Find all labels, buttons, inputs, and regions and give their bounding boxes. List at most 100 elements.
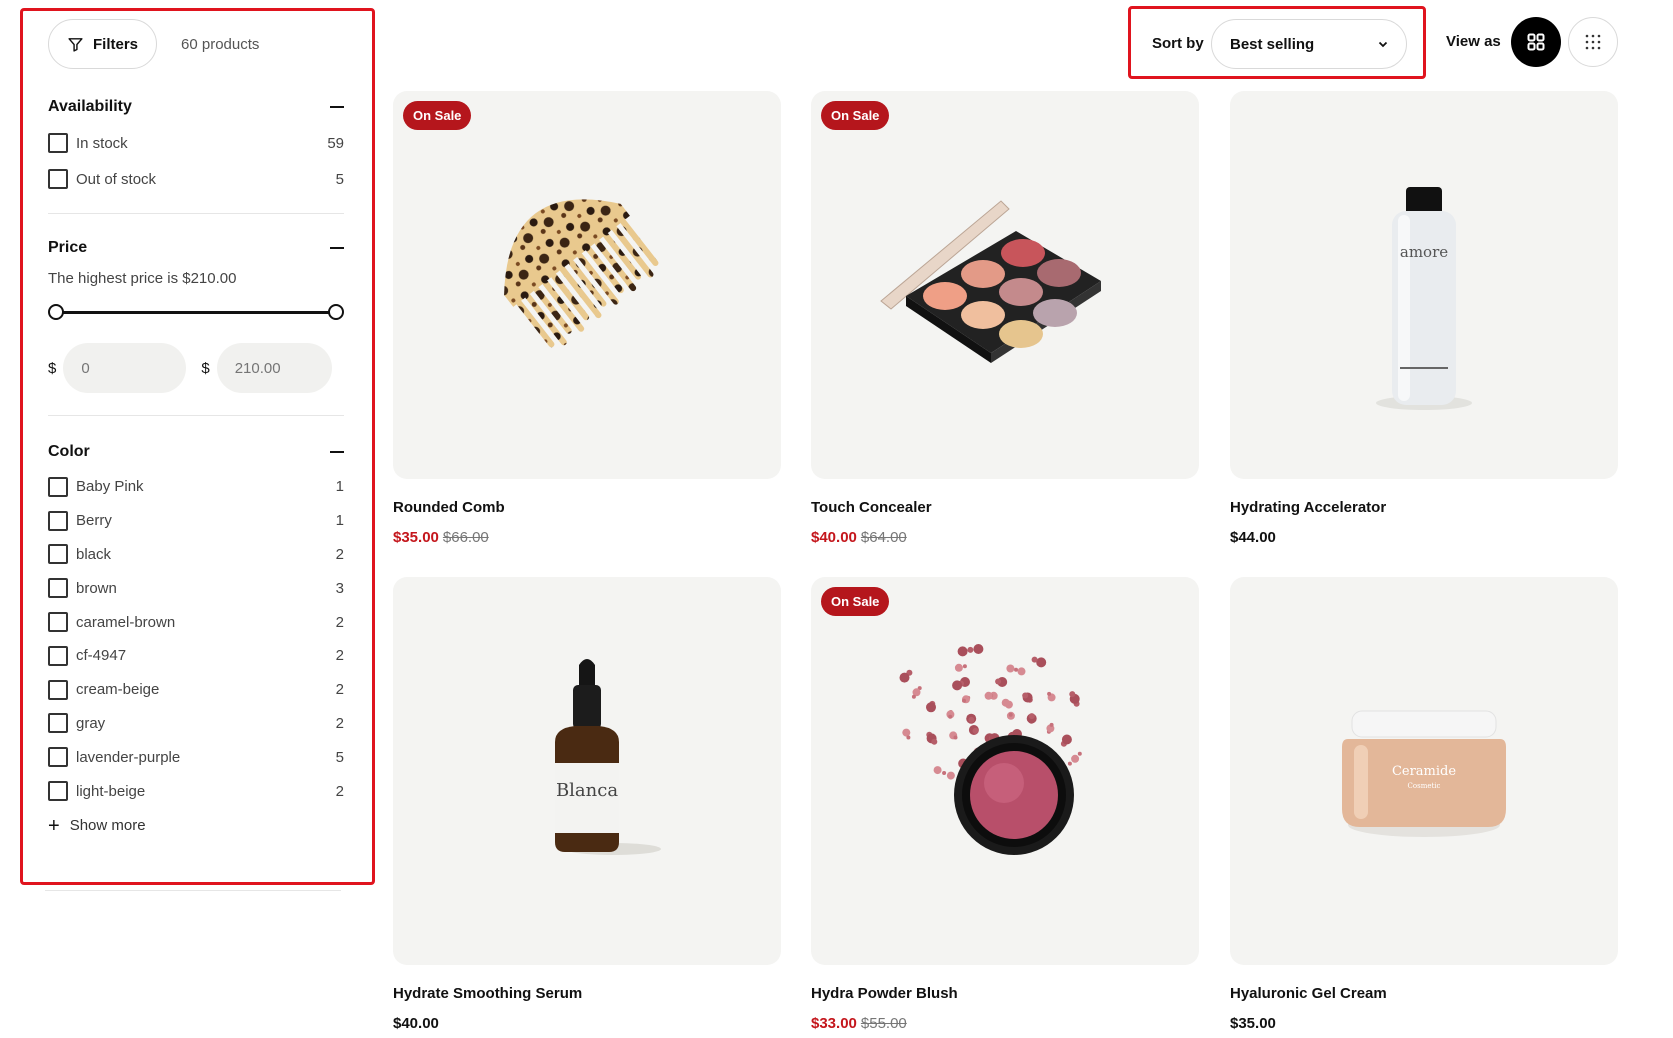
original-price: $64.00 bbox=[860, 529, 907, 546]
option-label: gray bbox=[76, 714, 106, 732]
availability-header[interactable]: Availability bbox=[48, 93, 344, 121]
availability-title: Availability bbox=[48, 98, 132, 115]
option-count: 3 bbox=[335, 579, 344, 597]
product-card-hydra-powder-blush[interactable]: On Sale Hydra Powder Blush $33.00 $55.00 bbox=[811, 577, 1199, 1032]
sort-label: Sort by bbox=[1152, 35, 1204, 52]
price-max-currency: $ bbox=[201, 359, 210, 377]
original-price: $55.00 bbox=[860, 1015, 907, 1032]
product-art: amore bbox=[1230, 91, 1618, 479]
product-art: Ceramide Cosmetic bbox=[1230, 577, 1618, 965]
option-count: 2 bbox=[335, 681, 344, 699]
product-title[interactable]: Hydra Powder Blush bbox=[811, 985, 1199, 1002]
jar-brand-text: Ceramide bbox=[1392, 764, 1456, 779]
color-option-black[interactable]: black 2 bbox=[48, 538, 344, 572]
bottle-image: amore bbox=[1376, 187, 1472, 410]
product-title[interactable]: Touch Concealer bbox=[811, 499, 1199, 516]
color-options-list: Baby Pink 1 Berry 1 black 2 brown 3 caramel-brow… bbox=[48, 470, 344, 808]
product-image[interactable]: On Sale bbox=[393, 91, 781, 479]
color-option-cf-4947[interactable]: cf-4947 2 bbox=[48, 639, 344, 673]
color-option-cream-beige[interactable]: cream-beige 2 bbox=[48, 673, 344, 707]
option-count: 59 bbox=[327, 134, 344, 152]
price-min-input[interactable] bbox=[63, 343, 187, 393]
collapse-minus-icon[interactable] bbox=[330, 247, 344, 249]
checkbox[interactable] bbox=[48, 713, 68, 734]
sale-badge: On Sale bbox=[821, 101, 890, 130]
availability-option-in-stock[interactable]: In stock 59 bbox=[48, 125, 344, 161]
option-label: Out of stock bbox=[76, 170, 157, 188]
product-card-touch-concealer[interactable]: On Sale Touch Concealer $40.00 $64.00 bbox=[811, 91, 1199, 546]
product-card-hydrating-accelerator[interactable]: amore Hydrating Accelerator $44.00 bbox=[1230, 91, 1618, 546]
checkbox[interactable] bbox=[48, 747, 68, 768]
product-image[interactable]: On Sale bbox=[811, 577, 1199, 965]
price-slider-max-handle[interactable] bbox=[328, 304, 344, 320]
option-label: cream-beige bbox=[76, 681, 160, 699]
filters-sidebar-inner: Filters 60 products Availability In stoc… bbox=[48, 19, 344, 844]
color-option-berry[interactable]: Berry 1 bbox=[48, 504, 344, 538]
filters-button[interactable]: Filters bbox=[48, 19, 158, 69]
checkbox[interactable] bbox=[48, 781, 68, 802]
dropper-brand-text: Blanca bbox=[556, 780, 618, 801]
product-price: $35.00 bbox=[1230, 1015, 1618, 1032]
product-card-hydrate-smoothing-serum[interactable]: Blanca Hydrate Smoothing Serum $40.00 bbox=[393, 577, 781, 1032]
color-option-brown[interactable]: brown 3 bbox=[48, 571, 344, 605]
availability-option-out-of-stock[interactable]: Out of stock 5 bbox=[48, 161, 344, 197]
color-option-lavender-purple[interactable]: lavender-purple 5 bbox=[48, 740, 344, 774]
product-price: $33.00 $55.00 bbox=[811, 1015, 1199, 1032]
price-range-slider[interactable] bbox=[48, 303, 344, 321]
product-image[interactable]: Ceramide Cosmetic bbox=[1230, 577, 1618, 965]
jar-image: Ceramide Cosmetic bbox=[1342, 710, 1506, 837]
sort-control: Sort by Best selling bbox=[1128, 6, 1426, 79]
price-min-currency: $ bbox=[48, 359, 57, 377]
product-title[interactable]: Hydrating Accelerator bbox=[1230, 499, 1618, 516]
grid-large-view-button[interactable] bbox=[1511, 17, 1561, 67]
current-price: $35.00 bbox=[393, 529, 439, 546]
color-option-gray[interactable]: gray 2 bbox=[48, 707, 344, 741]
color-option-caramel-brown[interactable]: caramel-brown 2 bbox=[48, 605, 344, 639]
show-more-button[interactable]: + Show more bbox=[48, 808, 344, 844]
collapse-minus-icon[interactable] bbox=[330, 451, 344, 453]
checkbox[interactable] bbox=[48, 133, 68, 153]
option-count: 2 bbox=[335, 613, 344, 631]
color-option-baby-pink[interactable]: Baby Pink 1 bbox=[48, 470, 344, 504]
checkbox[interactable] bbox=[48, 476, 68, 497]
checkbox[interactable] bbox=[48, 169, 68, 189]
checkbox[interactable] bbox=[48, 645, 68, 666]
current-price: $40.00 bbox=[811, 529, 857, 546]
checkbox[interactable] bbox=[48, 544, 68, 565]
product-art bbox=[811, 577, 1199, 965]
current-price: $35.00 bbox=[1230, 1015, 1276, 1032]
option-label: caramel-brown bbox=[76, 613, 176, 631]
product-title[interactable]: Hydrate Smoothing Serum bbox=[393, 985, 781, 1002]
product-image[interactable]: amore bbox=[1230, 91, 1618, 479]
option-label: black bbox=[76, 545, 112, 563]
option-count: 2 bbox=[335, 714, 344, 732]
price-header[interactable]: Price bbox=[48, 234, 344, 262]
option-count: 2 bbox=[335, 782, 344, 800]
sort-select[interactable]: Best selling bbox=[1211, 19, 1407, 69]
current-price: $40.00 bbox=[393, 1015, 439, 1032]
current-price: $44.00 bbox=[1230, 529, 1276, 546]
product-title[interactable]: Rounded Comb bbox=[393, 499, 781, 516]
grid-small-view-button[interactable] bbox=[1568, 17, 1618, 67]
color-option-light-beige[interactable]: light-beige 2 bbox=[48, 774, 344, 808]
checkbox[interactable] bbox=[48, 612, 68, 633]
product-card-rounded-comb[interactable]: On Sale Rounded Comb $35.00 $66.00 bbox=[393, 91, 781, 546]
product-price: $35.00 $66.00 bbox=[393, 529, 781, 546]
product-image[interactable]: On Sale bbox=[811, 91, 1199, 479]
collapse-minus-icon[interactable] bbox=[330, 106, 344, 108]
product-art: Blanca bbox=[393, 577, 781, 965]
color-section: Color Baby Pink 1 Berry 1 black 2 brown 3 carame… bbox=[48, 416, 344, 844]
price-max-input[interactable] bbox=[216, 343, 332, 393]
color-header[interactable]: Color bbox=[48, 438, 344, 466]
checkbox[interactable] bbox=[48, 679, 68, 700]
checkbox[interactable] bbox=[48, 510, 68, 531]
checkbox[interactable] bbox=[48, 578, 68, 599]
view-as-label: View as bbox=[1446, 33, 1501, 50]
price-title: Price bbox=[48, 239, 88, 256]
option-label: In stock bbox=[76, 134, 128, 152]
price-slider-min-handle[interactable] bbox=[48, 304, 64, 320]
product-image[interactable]: Blanca bbox=[393, 577, 781, 965]
chevron-down-icon bbox=[1378, 41, 1388, 48]
product-title[interactable]: Hyaluronic Gel Cream bbox=[1230, 985, 1618, 1002]
product-card-hyaluronic-gel-cream[interactable]: Ceramide Cosmetic Hyaluronic Gel Cream $3… bbox=[1230, 577, 1618, 1032]
